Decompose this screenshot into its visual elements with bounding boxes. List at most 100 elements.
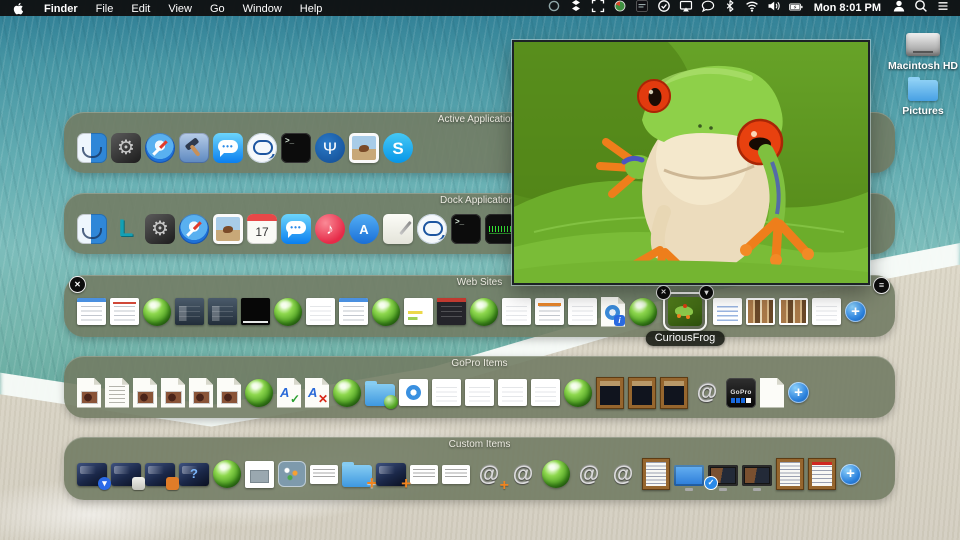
item-blank-document[interactable] [760, 378, 784, 408]
close-dock-button[interactable]: ✕ [69, 276, 86, 293]
item-xcode[interactable] [179, 133, 209, 163]
item-display-item[interactable] [742, 465, 772, 486]
item-site-thumbnail[interactable] [399, 379, 428, 406]
item-url-item[interactable]: @ [608, 459, 638, 489]
item-finder[interactable] [77, 214, 107, 244]
item-gopro-document[interactable] [105, 378, 129, 408]
item-webloc-item[interactable] [629, 298, 657, 326]
remove-item-badge[interactable]: ✕ [656, 285, 671, 300]
item-screenshot-item[interactable] [145, 463, 175, 486]
apple-menu-icon[interactable] [12, 2, 25, 15]
item-display-item[interactable]: ✓ [708, 465, 738, 486]
item-framed-note[interactable] [642, 458, 670, 490]
item-preview[interactable] [349, 133, 379, 163]
item-site-thumbnail[interactable] [779, 298, 808, 325]
item-launchbar[interactable]: L [111, 214, 141, 244]
item-webloc-item[interactable] [245, 379, 273, 407]
item-sourcetree[interactable]: Ψ [315, 133, 345, 163]
item-site-thumbnail[interactable] [502, 298, 531, 325]
item-terminal[interactable]: >_ [451, 214, 481, 244]
item-site-thumbnail[interactable] [713, 298, 742, 325]
item-site-thumbnail[interactable] [568, 298, 597, 325]
item-webloc-item[interactable] [333, 379, 361, 407]
item-note-card[interactable] [442, 465, 470, 484]
item-site-thumbnail[interactable] [110, 298, 139, 325]
item-preview[interactable] [213, 214, 243, 244]
item-webloc-item[interactable] [470, 298, 498, 326]
menu-file[interactable]: File [87, 3, 123, 15]
item-webloc-item[interactable] [274, 298, 302, 326]
item-help-item[interactable]: ? [179, 463, 209, 486]
item-site-thumbnail[interactable] [208, 298, 237, 325]
globe-icon[interactable] [613, 0, 627, 13]
dropbox-icon[interactable] [569, 0, 583, 13]
notification-center-icon[interactable] [936, 0, 950, 13]
item-webloc-item[interactable] [372, 298, 400, 326]
item-product-thumbnail[interactable] [628, 377, 656, 409]
item-screenshot-item[interactable]: ▾ [77, 463, 107, 486]
item-webloc-document[interactable]: i [601, 297, 625, 327]
item-add-site-button[interactable]: + [845, 301, 866, 322]
item-gopro-folder[interactable] [365, 384, 395, 406]
item-window-thumbnail[interactable] [245, 461, 274, 488]
item-product-thumbnail[interactable] [596, 377, 624, 409]
selected-item-curiousfrog[interactable]: ✕▾CuriousFrog [663, 292, 707, 331]
item-menu-badge[interactable]: ▾ [699, 285, 714, 300]
item-url-item[interactable]: @ [508, 459, 538, 489]
item-spellcheck-pass-document[interactable]: A✓ [277, 378, 301, 408]
item-messages[interactable]: ••• [213, 133, 243, 163]
dark-app-icon[interactable] [635, 0, 649, 13]
battery-icon[interactable] [789, 0, 803, 14]
item-safari[interactable] [179, 214, 209, 244]
dock-menu-button[interactable]: ≡ [873, 277, 890, 294]
item-gopro-document[interactable] [189, 378, 213, 408]
item-add-folder-item[interactable]: + [342, 465, 372, 487]
item-product-thumbnail[interactable] [660, 377, 688, 409]
item-site-thumbnail[interactable] [241, 298, 270, 325]
bluetooth-icon[interactable] [723, 0, 737, 13]
item-app-store[interactable]: A [349, 214, 379, 244]
spotlight-icon[interactable] [914, 0, 928, 13]
item-site-thumbnail[interactable] [535, 298, 564, 325]
item-add-item-button[interactable]: + [788, 382, 809, 403]
item-gopro-document[interactable] [77, 378, 101, 408]
item-site-thumbnail[interactable] [465, 379, 494, 406]
item-site-thumbnail[interactable] [77, 298, 106, 325]
item-gopro-document[interactable] [133, 378, 157, 408]
menu-window[interactable]: Window [234, 3, 291, 15]
item-skype[interactable]: S [383, 133, 413, 163]
item-url-item[interactable]: @ [692, 378, 722, 408]
item-add-screenshot-item[interactable]: + [376, 463, 406, 486]
item-display-item[interactable] [674, 465, 704, 486]
item-activity-monitor[interactable] [485, 214, 515, 244]
app-ghost-icon[interactable] [547, 0, 561, 13]
item-screenshot-item[interactable] [111, 463, 141, 486]
menu-finder[interactable]: Finder [35, 3, 87, 15]
item-textedit[interactable] [383, 214, 413, 244]
menu-edit[interactable]: Edit [122, 3, 159, 15]
item-site-thumbnail[interactable] [339, 298, 368, 325]
reminders-icon[interactable] [657, 0, 671, 13]
item-note-card[interactable] [310, 465, 338, 484]
item-system-preferences[interactable]: ⚙ [145, 214, 175, 244]
item-stack-item[interactable] [278, 461, 306, 487]
item-webloc-item[interactable] [143, 298, 171, 326]
item-gopro-document[interactable] [217, 378, 241, 408]
item-messages[interactable]: ••• [281, 214, 311, 244]
airplay-icon[interactable] [679, 0, 693, 13]
item-url-item[interactable]: @ [574, 459, 604, 489]
item-finder[interactable] [77, 133, 107, 163]
menu-clock[interactable]: Mon 8:01 PM [814, 2, 881, 14]
item-spellcheck-fail-document[interactable]: A✕ [305, 378, 329, 408]
chat-bubble-icon[interactable] [701, 0, 715, 13]
item-framed-note[interactable] [808, 458, 836, 490]
item-gopro-document[interactable] [161, 378, 185, 408]
menu-view[interactable]: View [159, 3, 201, 15]
item-site-thumbnail[interactable] [432, 379, 461, 406]
item-webloc-item[interactable] [564, 379, 592, 407]
item-site-thumbnail[interactable] [175, 298, 204, 325]
window-manager-icon[interactable] [591, 0, 605, 13]
menu-go[interactable]: Go [201, 3, 234, 15]
item-curiousfrog[interactable] [668, 297, 702, 326]
menu-help[interactable]: Help [291, 3, 332, 15]
